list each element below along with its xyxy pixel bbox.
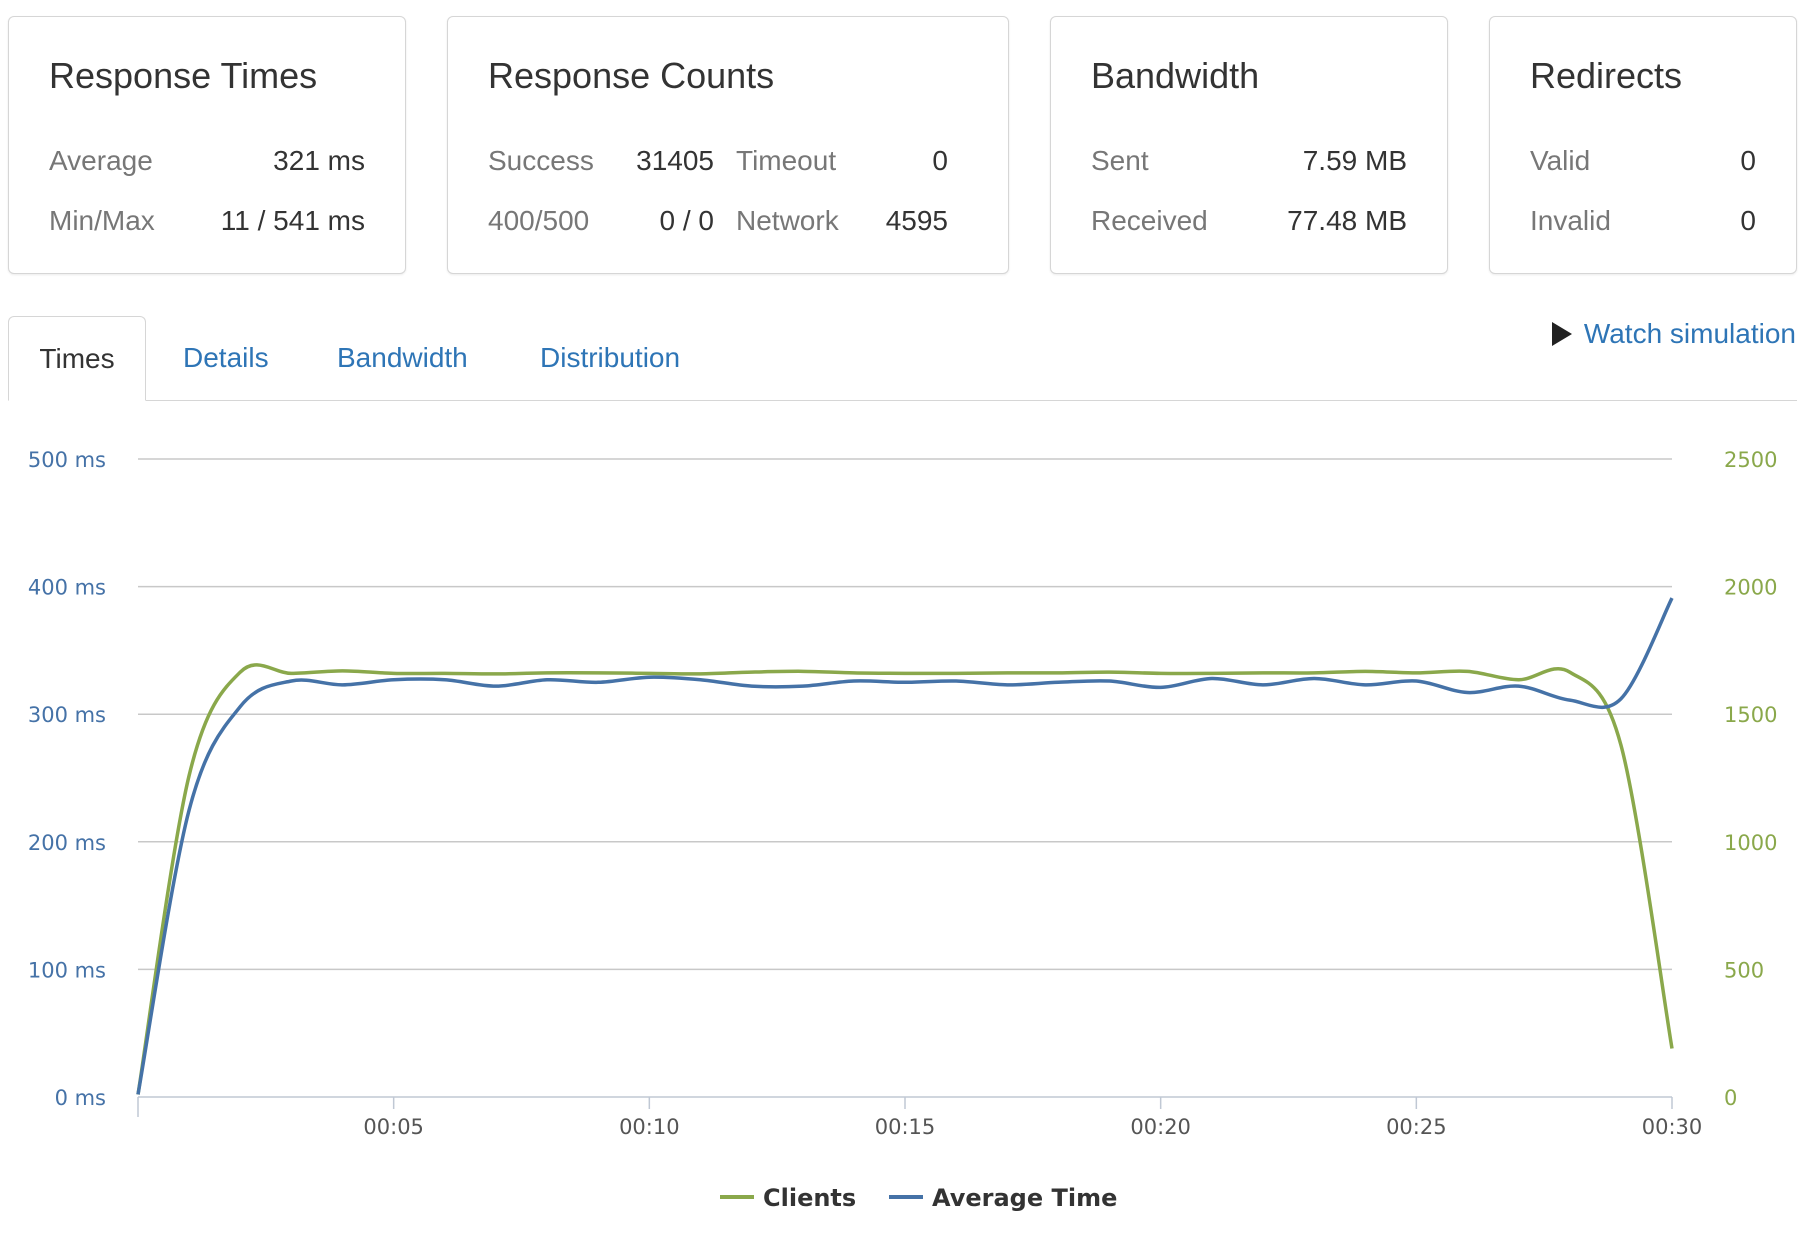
received-label: Received	[1091, 205, 1208, 236]
times-chart: 0 ms 100 ms 200 ms 300 ms 400 ms 500 ms 0 500 10…	[28, 448, 1778, 1212]
watch-simulation-label: Watch simulation	[1583, 318, 1796, 349]
y-left-tick-label: 300 ms	[28, 703, 106, 727]
y-left-tick-label: 100 ms	[28, 958, 106, 982]
x-tick-label: 00:20	[1130, 1115, 1191, 1139]
success-label: Success	[488, 145, 594, 176]
tab-bandwidth[interactable]: Bandwidth	[337, 316, 468, 400]
y-left-tick-label: 200 ms	[28, 831, 106, 855]
redirects-card: Redirects Valid 0 Invalid 0	[1489, 16, 1797, 274]
network-label: Network	[736, 205, 839, 236]
tab-distribution[interactable]: Distribution	[540, 316, 680, 400]
legend-clients-text: Clients	[763, 1184, 856, 1212]
received-value: 77.48 MB	[1287, 205, 1407, 236]
y-left-tick-label: 400 ms	[28, 576, 106, 600]
tab-times[interactable]: Times	[8, 316, 146, 401]
timeout-label: Timeout	[736, 145, 837, 176]
valid-label: Valid	[1530, 145, 1591, 176]
valid-value: 0	[1740, 145, 1756, 176]
watch-simulation-link[interactable]: Watch simulation	[1551, 318, 1796, 350]
minmax-label: Min/Max	[49, 205, 155, 236]
legend-average-time-text: Average Time	[932, 1184, 1117, 1212]
y-left-tick-label: 500 ms	[28, 448, 106, 472]
network-value: 4595	[885, 205, 948, 236]
invalid-value: 0	[1740, 205, 1756, 236]
y-right-tick-label: 500	[1724, 958, 1764, 982]
play-icon	[1551, 322, 1572, 346]
clients-series-line	[136, 663, 1674, 1095]
y-right-tick-label: 2500	[1724, 448, 1777, 472]
tab-details[interactable]: Details	[183, 316, 269, 400]
sent-value: 7.59 MB	[1302, 145, 1407, 176]
card-title: Response Times	[49, 55, 318, 96]
card-title: Response Counts	[488, 55, 775, 96]
sent-label: Sent	[1091, 145, 1149, 176]
average-label: Average	[49, 145, 153, 176]
x-tick-label: 00:05	[363, 1115, 424, 1139]
minmax-value: 11 / 541 ms	[220, 205, 365, 236]
card-title: Bandwidth	[1091, 55, 1260, 96]
error-codes-value: 0 / 0	[659, 205, 714, 236]
x-tick-label: 00:25	[1386, 1115, 1447, 1139]
chart-tabs: Times Details Bandwidth Distribution	[8, 316, 1797, 401]
card-title: Redirects	[1530, 55, 1683, 96]
y-right-tick-label: 2000	[1724, 576, 1777, 600]
error-codes-label: 400/500	[488, 205, 590, 236]
success-value: 31405	[636, 145, 714, 176]
bandwidth-card: Bandwidth Sent 7.59 MB Received 77.48 MB	[1050, 16, 1448, 274]
y-right-tick-label: 1000	[1724, 831, 1777, 855]
invalid-label: Invalid	[1530, 205, 1611, 236]
y-right-tick-label: 1500	[1724, 703, 1777, 727]
average-value: 321 ms	[273, 145, 365, 176]
timeout-value: 0	[932, 145, 948, 176]
x-tick-label: 00:30	[1642, 1115, 1703, 1139]
y-right-tick-label: 0	[1724, 1086, 1737, 1110]
response-times-card: Response Times Average 321 ms Min/Max 11…	[8, 16, 406, 274]
x-tick-label: 00:10	[619, 1115, 680, 1139]
y-left-tick-label: 0 ms	[55, 1086, 106, 1110]
x-tick-label: 00:15	[875, 1115, 936, 1139]
response-counts-card: Response Counts Success 31405 Timeout 0 …	[447, 16, 1009, 274]
